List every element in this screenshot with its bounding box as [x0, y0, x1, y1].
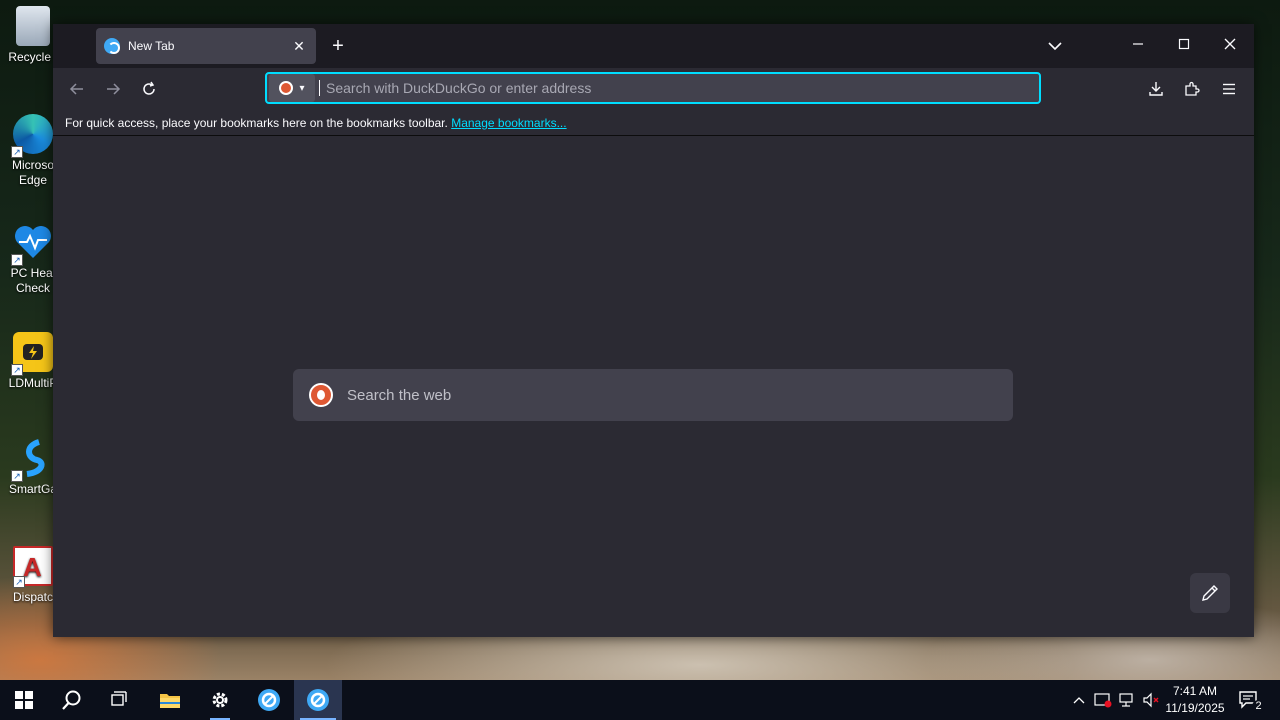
tab-close-icon[interactable]: ✕ [290, 38, 308, 55]
close-window-button[interactable] [1207, 24, 1253, 68]
web-search-placeholder: Search the web [347, 386, 452, 404]
shortcut-arrow-icon: ↗ [11, 146, 23, 158]
windows-logo-icon [15, 691, 33, 709]
url-input[interactable] [320, 74, 1039, 102]
search-engine-selector[interactable]: ▾ [269, 74, 315, 102]
manage-bookmarks-link[interactable]: Manage bookmarks... [451, 116, 566, 130]
security-tray-button[interactable] [1092, 680, 1114, 720]
taskbar-browser-active[interactable] [294, 680, 342, 720]
folder-icon [160, 694, 180, 708]
address-bar[interactable]: ▾ [265, 72, 1041, 104]
new-tab-button[interactable]: + [325, 34, 351, 60]
browser-window: New Tab ✕ + ▾ Search with DuckDuckGo or … [53, 24, 1254, 637]
volume-tray-button[interactable] [1140, 680, 1162, 720]
taskbar: 7:41 AM 11/19/2025 2 [0, 680, 1280, 720]
arrow-left-icon [69, 83, 83, 95]
app-menu-button[interactable] [1214, 74, 1244, 104]
tab-new-tab[interactable]: New Tab ✕ [96, 28, 316, 64]
duckduckgo-icon [279, 81, 294, 95]
list-all-tabs-button[interactable] [1043, 34, 1067, 58]
maximize-icon [1178, 38, 1190, 50]
hamburger-menu-icon [1223, 83, 1235, 95]
task-view-button[interactable] [96, 680, 144, 720]
recycle-bin-icon [16, 6, 50, 46]
shortcut-arrow-icon: ↗ [11, 254, 23, 266]
shortcut-arrow-icon: ↗ [11, 364, 23, 376]
puzzle-piece-icon [1185, 81, 1200, 96]
shortcut-arrow-icon: ↗ [11, 470, 23, 482]
smartgaga-icon: ↗ [11, 438, 53, 482]
security-shield-icon [1094, 693, 1112, 708]
tab-title: New Tab [128, 39, 175, 53]
taskbar-browser-app[interactable] [245, 680, 293, 720]
chevron-down-icon [1048, 42, 1062, 51]
pencil-icon [1202, 585, 1218, 601]
notification-count-badge: 2 [1252, 700, 1265, 713]
extensions-button[interactable] [1177, 74, 1207, 104]
network-icon [1119, 693, 1133, 707]
network-tray-button[interactable] [1116, 680, 1138, 720]
customize-new-tab-button[interactable] [1190, 573, 1230, 613]
ldmultiplayer-icon: ↗ [11, 332, 53, 376]
back-button[interactable] [62, 74, 92, 104]
start-button[interactable] [0, 680, 48, 720]
clock-time: 7:41 AM [1172, 684, 1218, 698]
downloads-button[interactable] [1141, 74, 1171, 104]
reload-icon [143, 81, 155, 95]
dispatch-icon: A ↗ [13, 546, 53, 588]
browser-compass-icon [258, 689, 280, 711]
minimize-icon [1133, 43, 1143, 45]
bookmarks-toolbar-message: For quick access, place your bookmarks h… [65, 116, 448, 130]
web-search-box[interactable]: Search the web [293, 369, 1013, 421]
taskbar-settings[interactable] [196, 680, 244, 720]
browser-favicon-icon [104, 38, 120, 54]
minimize-button[interactable] [1115, 24, 1161, 68]
close-icon [1224, 38, 1236, 50]
volume-muted-icon [1143, 692, 1159, 708]
maximize-button[interactable] [1161, 24, 1207, 68]
gear-icon [212, 692, 228, 708]
forward-button[interactable] [98, 74, 128, 104]
taskbar-clock[interactable]: 7:41 AM 11/19/2025 [1160, 683, 1230, 717]
show-hidden-icons-button[interactable] [1068, 680, 1090, 720]
title-bar: New Tab ✕ + [53, 24, 1254, 68]
taskbar-search-button[interactable] [48, 680, 96, 720]
action-center-button[interactable]: 2 [1234, 680, 1265, 720]
duckduckgo-logo-icon [309, 383, 333, 407]
search-icon [62, 690, 81, 710]
pc-health-check-icon: ↗ [11, 222, 53, 266]
taskbar-file-explorer[interactable] [146, 680, 194, 720]
new-tab-page: Search the web [53, 137, 1254, 637]
arrow-right-icon [107, 83, 121, 95]
browser-compass-icon [307, 689, 329, 711]
chevron-down-icon: ▾ [299, 82, 305, 94]
edge-icon: ↗ [11, 114, 53, 158]
reload-button[interactable] [134, 74, 164, 104]
chevron-up-icon [1073, 697, 1085, 704]
svg-text:A: A [23, 552, 42, 582]
navigation-toolbar: ▾ [53, 68, 1254, 110]
task-view-icon [111, 691, 127, 706]
bookmarks-toolbar: For quick access, place your bookmarks h… [53, 110, 1254, 136]
clock-date: 11/19/2025 [1165, 701, 1225, 715]
download-icon [1149, 82, 1163, 96]
shortcut-arrow-icon: ↗ [13, 576, 25, 588]
